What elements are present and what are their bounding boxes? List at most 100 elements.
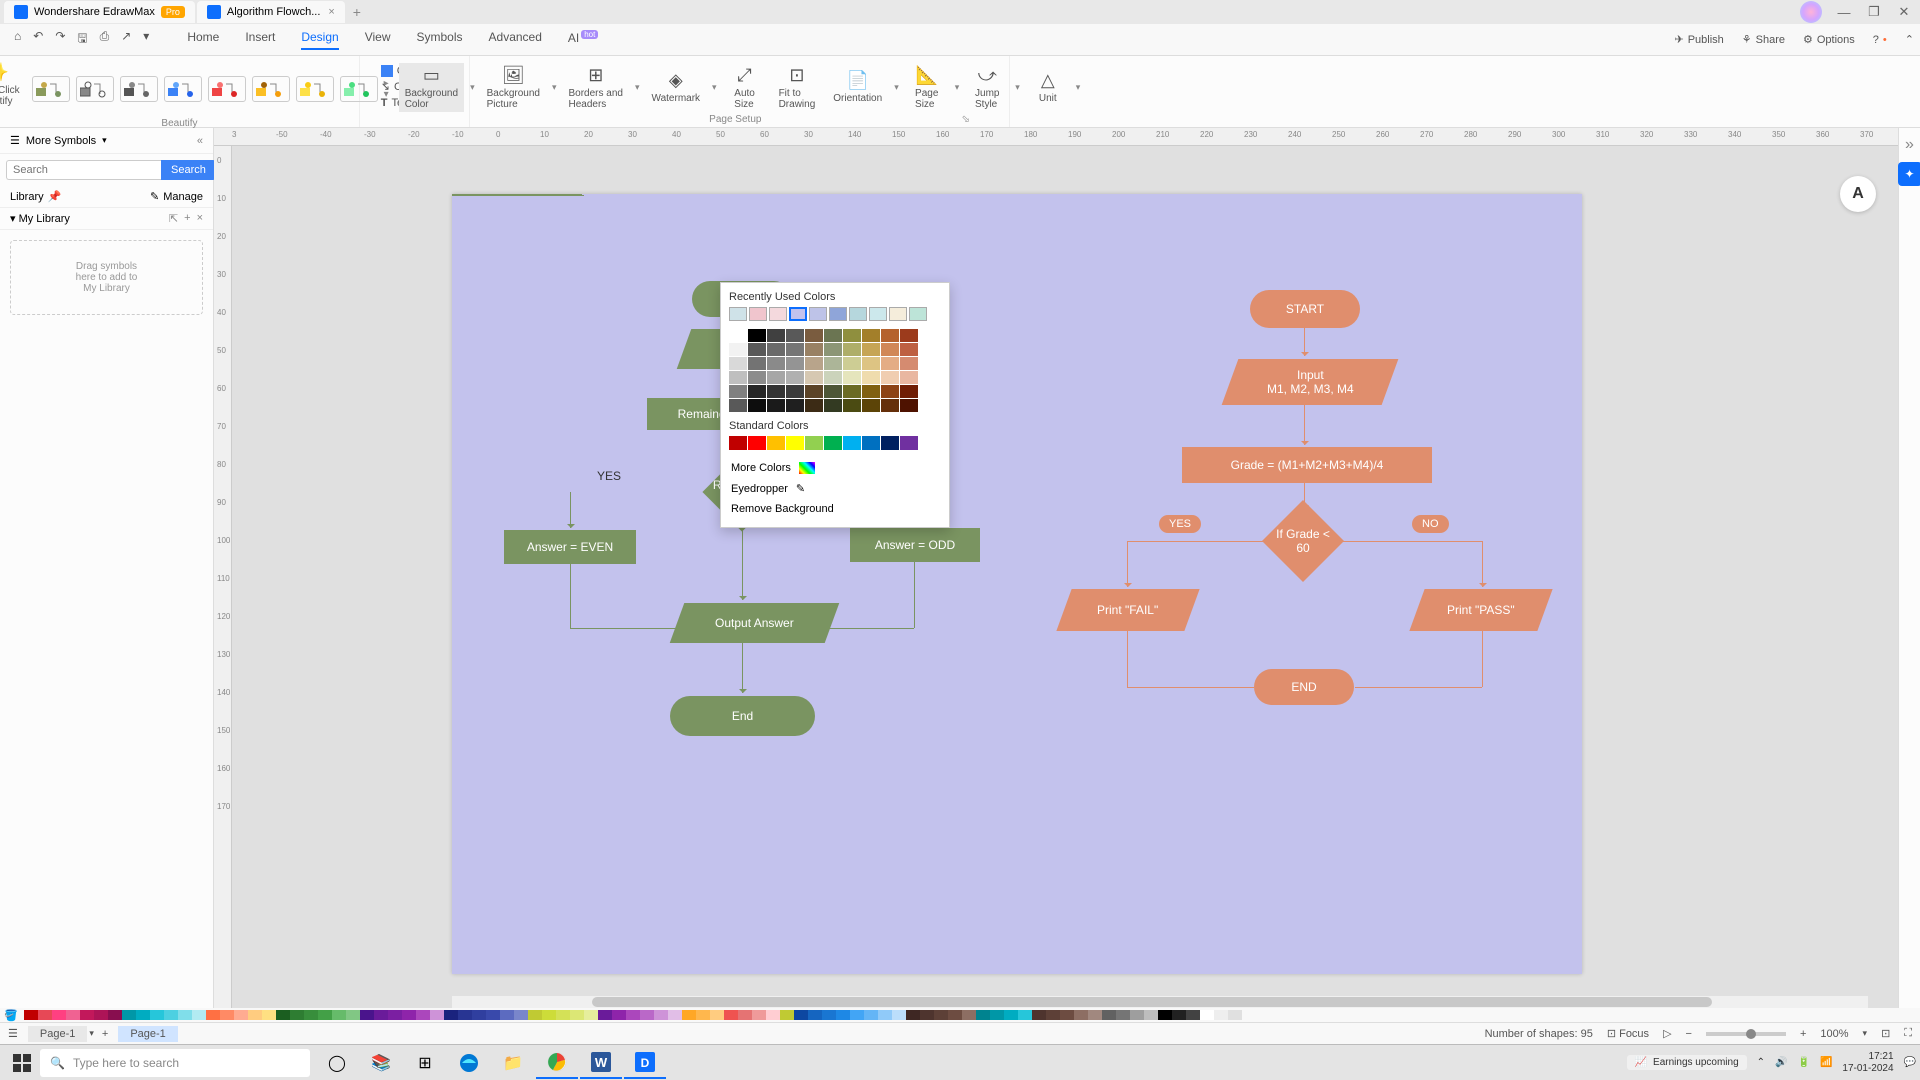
tray-volume-icon[interactable]: 🔊 <box>1775 1057 1787 1068</box>
theme-color-swatch[interactable] <box>843 371 861 384</box>
theme-color-swatch[interactable] <box>862 385 880 398</box>
theme-color-swatch[interactable] <box>824 329 842 342</box>
standard-color-swatch[interactable] <box>748 436 766 450</box>
input-shape-right[interactable]: Input M1, M2, M3, M4 <box>1222 359 1399 405</box>
theme-color-swatch[interactable] <box>881 357 899 370</box>
palette-swatch[interactable] <box>262 1010 276 1020</box>
palette-swatch[interactable] <box>164 1010 178 1020</box>
menu-symbols[interactable]: Symbols <box>417 30 463 50</box>
zoom-out-button[interactable]: − <box>1686 1028 1692 1040</box>
palette-swatch[interactable] <box>920 1010 934 1020</box>
palette-swatch[interactable] <box>780 1010 794 1020</box>
palette-swatch[interactable] <box>178 1010 192 1020</box>
expand-right-icon[interactable]: » <box>1905 136 1914 154</box>
restore-button[interactable]: ❐ <box>1866 4 1882 20</box>
theme-color-swatch[interactable] <box>881 329 899 342</box>
eyedropper-button[interactable]: Eyedropper✎ <box>729 478 941 499</box>
theme-swatch-4[interactable] <box>164 76 202 102</box>
theme-color-swatch[interactable] <box>843 329 861 342</box>
palette-swatch[interactable] <box>374 1010 388 1020</box>
background-color-button[interactable]: ▭Background Color <box>399 63 464 112</box>
palette-swatch[interactable] <box>724 1010 738 1020</box>
palette-swatch[interactable] <box>248 1010 262 1020</box>
theme-color-swatch[interactable] <box>900 399 918 412</box>
task-edge-icon[interactable] <box>448 1047 490 1079</box>
palette-swatch[interactable] <box>150 1010 164 1020</box>
import-icon[interactable]: ⇱ <box>169 212 178 225</box>
standard-color-swatch[interactable] <box>805 436 823 450</box>
jump-style-button[interactable]: ⤻Jump Style <box>965 63 1009 112</box>
play-button[interactable]: ▷ <box>1663 1027 1671 1040</box>
theme-color-swatch[interactable] <box>729 371 747 384</box>
palette-swatch[interactable] <box>1018 1010 1032 1020</box>
palette-swatch[interactable] <box>472 1010 486 1020</box>
theme-color-swatch[interactable] <box>767 399 785 412</box>
palette-swatch[interactable] <box>1158 1010 1172 1020</box>
palette-swatch[interactable] <box>220 1010 234 1020</box>
unit-dropdown[interactable]: ▾ <box>1076 82 1081 93</box>
recent-color-swatch[interactable] <box>849 307 867 321</box>
theme-color-swatch[interactable] <box>824 371 842 384</box>
theme-color-swatch[interactable] <box>881 399 899 412</box>
zoom-level[interactable]: 100% <box>1820 1028 1848 1040</box>
palette-swatch[interactable] <box>682 1010 696 1020</box>
task-explorer-icon[interactable]: 📁 <box>492 1047 534 1079</box>
home-icon[interactable]: ⌂ <box>14 29 21 50</box>
ai-assistant-badge[interactable]: A <box>1840 176 1876 212</box>
doc-tab[interactable]: Algorithm Flowch... × <box>197 1 345 23</box>
palette-swatch[interactable] <box>108 1010 122 1020</box>
theme-color-swatch[interactable] <box>767 385 785 398</box>
output-answer[interactable]: Output Answer <box>670 603 840 643</box>
search-button[interactable]: Search <box>161 160 216 180</box>
palette-swatch[interactable] <box>304 1010 318 1020</box>
theme-color-swatch[interactable] <box>843 343 861 356</box>
palette-swatch[interactable] <box>24 1010 38 1020</box>
palette-swatch[interactable] <box>542 1010 556 1020</box>
palette-swatch[interactable] <box>962 1010 976 1020</box>
palette-swatch[interactable] <box>66 1010 80 1020</box>
print-icon[interactable]: ⎙ <box>100 29 110 50</box>
palette-swatch[interactable] <box>640 1010 654 1020</box>
palette-swatch[interactable] <box>1144 1010 1158 1020</box>
palette-swatch[interactable] <box>710 1010 724 1020</box>
palette-swatch[interactable] <box>38 1010 52 1020</box>
palette-swatch[interactable] <box>612 1010 626 1020</box>
page-tab-1[interactable]: Page-1 <box>118 1026 177 1042</box>
theme-color-swatch[interactable] <box>862 357 880 370</box>
palette-swatch[interactable] <box>654 1010 668 1020</box>
grade-process[interactable]: Grade = (M1+M2+M3+M4)/4 <box>1182 447 1432 483</box>
fit-page-icon[interactable]: ⊡ <box>1881 1027 1890 1040</box>
taskbar-search[interactable]: 🔍Type here to search <box>40 1049 310 1077</box>
task-edrawmax-icon[interactable]: D <box>624 1047 666 1079</box>
orientation-button[interactable]: 📄Orientation <box>827 68 888 106</box>
palette-swatch[interactable] <box>626 1010 640 1020</box>
save-icon[interactable]: 🖫 <box>77 29 87 50</box>
theme-color-swatch[interactable] <box>862 343 880 356</box>
print-pass[interactable]: Print "PASS" <box>1409 589 1552 631</box>
theme-swatch-3[interactable] <box>120 76 158 102</box>
menu-advanced[interactable]: Advanced <box>489 30 542 50</box>
menu-view[interactable]: View <box>365 30 391 50</box>
end-shape-right[interactable]: END <box>1254 669 1354 705</box>
task-chrome-icon[interactable] <box>536 1047 578 1079</box>
theme-color-swatch[interactable] <box>786 357 804 370</box>
palette-swatch[interactable] <box>94 1010 108 1020</box>
fullscreen-icon[interactable]: ⛶ <box>1904 1027 1912 1040</box>
palette-swatch[interactable] <box>766 1010 780 1020</box>
recent-color-swatch[interactable] <box>789 307 807 321</box>
remove-background-button[interactable]: Remove Background <box>729 499 941 519</box>
theme-swatch-1[interactable] <box>32 76 70 102</box>
standard-color-swatch[interactable] <box>900 436 918 450</box>
palette-swatch[interactable] <box>836 1010 850 1020</box>
grade-decision[interactable]: If Grade < 60 <box>1262 500 1344 582</box>
recent-color-swatch[interactable] <box>729 307 747 321</box>
watermark-button[interactable]: ◈Watermark <box>646 68 707 106</box>
answer-even[interactable]: Answer = EVEN <box>504 530 636 564</box>
theme-color-swatch[interactable] <box>862 399 880 412</box>
theme-color-swatch[interactable] <box>748 357 766 370</box>
add-icon[interactable]: + <box>184 212 190 225</box>
task-circle-icon[interactable]: ◯ <box>316 1047 358 1079</box>
theme-color-swatch[interactable] <box>881 385 899 398</box>
palette-swatch[interactable] <box>360 1010 374 1020</box>
theme-color-swatch[interactable] <box>786 399 804 412</box>
